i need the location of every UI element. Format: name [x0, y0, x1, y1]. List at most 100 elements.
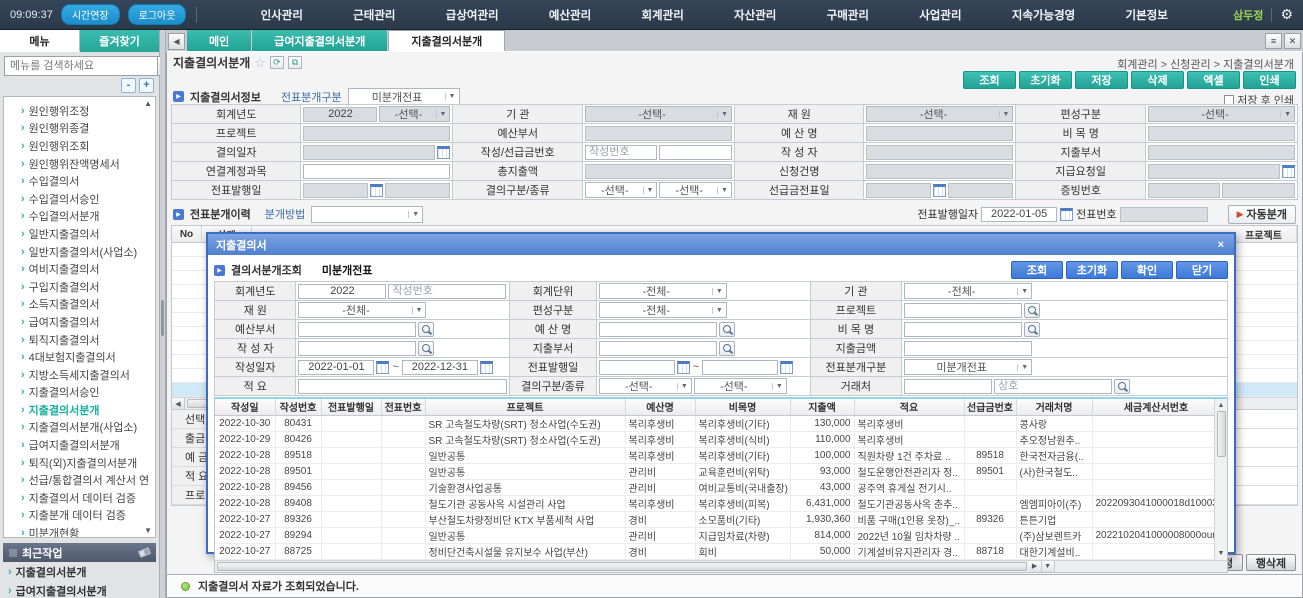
table-row[interactable]: 2022-10-2889518일반공통복리후생비복리후생비(기타)100,000… [215, 447, 1214, 463]
select[interactable]: -선택-▼ [599, 378, 692, 394]
sidebar-item[interactable]: ›수입결의서분개 [4, 208, 155, 226]
calendar-icon[interactable] [780, 361, 793, 374]
toolbar-button[interactable]: 초기화 [1019, 71, 1072, 89]
collapse-all-button[interactable]: - [121, 78, 136, 93]
text-input[interactable] [298, 341, 416, 356]
modal-titlebar[interactable]: 지출결의서 × [208, 234, 1234, 255]
text-input[interactable] [585, 164, 732, 179]
select[interactable]: -전체-▼ [599, 283, 727, 299]
sidebar-item[interactable]: ›선급/통합결의서 계산서 연 [4, 471, 155, 489]
table-row[interactable]: 2022-10-2980426SR 고속철도차량(SRT) 청소사업(수도권)복… [215, 431, 1214, 447]
table-row[interactable]: 2022-10-2789326부산철도차량정비단 KTX 부품세척 사업경비소모… [215, 511, 1214, 527]
scroll-down-icon[interactable]: ▼ [1218, 548, 1225, 560]
grid-column-header[interactable]: 적요 [854, 399, 964, 415]
calendar-icon[interactable] [370, 184, 383, 197]
toolbar-button[interactable]: 엑셀 [1187, 71, 1240, 89]
tab-list-icon[interactable]: ≡ [1265, 33, 1282, 49]
topbar-menu-item[interactable]: 인사관리 [261, 7, 303, 23]
recent-work-item[interactable]: ›지출결의서분개 [0, 562, 159, 581]
search-icon[interactable] [418, 341, 434, 356]
sidebar-item[interactable]: ›원인행위잔액명세서 [4, 155, 155, 173]
text-input[interactable] [303, 164, 450, 179]
table-row[interactable]: 2022-10-2788725정비단건축시설물 유지보수 사업(부산)경비회비5… [215, 543, 1214, 559]
sidebar-item[interactable]: ›지출결의서분개(사업소) [4, 419, 155, 437]
popup-icon[interactable]: ⧉ [288, 56, 302, 69]
text-input[interactable] [1148, 164, 1280, 179]
text-input[interactable] [298, 284, 386, 299]
sidebar-item[interactable]: ›지출결의서 데이터 검증 [4, 489, 155, 507]
toolbar-button[interactable]: 조회 [963, 71, 1016, 89]
sidebar-item[interactable]: ›수입결의서승인 [4, 190, 155, 208]
grid-column-header[interactable]: 거래처명 [1016, 399, 1092, 415]
text-input[interactable] [866, 164, 1013, 179]
sidebar-item[interactable]: ›퇴직지출결의서 [4, 331, 155, 349]
voucher-no-input[interactable] [1120, 207, 1208, 222]
document-tab[interactable]: 급여지출결의서분개 [252, 30, 387, 51]
scroll-left-icon[interactable]: ◀ [172, 398, 185, 409]
toolbar-button[interactable]: 삭제 [1131, 71, 1184, 89]
text-input[interactable] [599, 341, 717, 356]
recent-work-item[interactable]: ›급여지출결의서분개 [0, 581, 159, 598]
select[interactable]: -선택-▼ [1148, 106, 1295, 122]
topbar-menu-item[interactable]: 근태관리 [353, 7, 395, 23]
calendar-icon[interactable] [437, 146, 450, 159]
document-tab[interactable]: 지출결의서분개 [388, 30, 505, 51]
close-icon[interactable]: × [1216, 239, 1226, 251]
grid-column-header[interactable]: 비목명 [695, 399, 790, 415]
modal-toolbar-button[interactable]: 조회 [1011, 261, 1063, 279]
auto-journalize-button[interactable]: ▶ 자동분개 [1228, 205, 1296, 224]
sidebar-item[interactable]: ›지방소득세지출결의서 [4, 366, 155, 384]
table-row[interactable]: 2022-10-2889456기술환경사업공통관리비여비교통비(국내출장)43,… [215, 479, 1214, 495]
sidebar-item[interactable]: ›일반지출결의서 [4, 225, 155, 243]
text-input[interactable] [303, 126, 450, 141]
select[interactable]: -전체-▼ [904, 283, 1032, 299]
text-input[interactable] [402, 360, 478, 375]
issue-date-input[interactable] [981, 207, 1057, 222]
search-icon[interactable] [1024, 303, 1040, 318]
text-input[interactable] [948, 183, 1013, 198]
sidebar-item[interactable]: ›지출결의서분개 [4, 401, 155, 419]
expand-all-button[interactable]: + [139, 78, 154, 93]
horizontal-scrollbar[interactable]: ▶ ▼ [215, 560, 1227, 572]
journal-method-select[interactable]: ▼ [311, 206, 423, 223]
select[interactable]: -선택-▼ [694, 378, 787, 394]
text-input[interactable] [866, 183, 931, 198]
text-input[interactable] [904, 303, 1022, 318]
select[interactable]: -전체-▼ [298, 302, 426, 318]
scrollbar-thumb[interactable] [217, 562, 1027, 571]
row-edit-button[interactable]: 행삭제 [1246, 554, 1296, 571]
topbar-menu-item[interactable]: 구매관리 [827, 7, 869, 23]
sidebar-item[interactable]: ›미분개현황 [4, 524, 155, 538]
text-input[interactable] [866, 145, 1013, 160]
table-row[interactable]: 2022-10-3080431SR 고속철도차량(SRT) 청소사업(수도권)복… [215, 415, 1214, 431]
grid-column-header[interactable]: 지출액 [790, 399, 854, 415]
search-icon[interactable] [418, 322, 434, 337]
sidebar-item[interactable]: ›지출분개 데이터 검증 [4, 507, 155, 525]
scroll-down-icon[interactable]: ▼ [144, 526, 152, 535]
text-input[interactable] [298, 360, 374, 375]
scrollbar-thumb[interactable] [1217, 411, 1226, 457]
grid-column-header[interactable]: 작성일 [215, 399, 275, 415]
select[interactable]: 미분개전표▼ [904, 359, 1032, 375]
text-input[interactable] [385, 183, 450, 198]
text-input[interactable] [599, 322, 717, 337]
text-input[interactable] [702, 360, 778, 375]
text-input[interactable] [303, 183, 368, 198]
sidebar-item[interactable]: ›원인행위조회 [4, 137, 155, 155]
vertical-scrollbar[interactable]: ▲ ▼ [1214, 399, 1227, 560]
sidebar-item[interactable]: ›일반지출결의서(사업소) [4, 243, 155, 261]
search-icon[interactable] [1024, 322, 1040, 337]
scroll-right-icon[interactable]: ▶ [1029, 561, 1042, 572]
scroll-down-icon[interactable]: ▼ [1042, 561, 1055, 572]
gear-icon[interactable]: ⚙ [1280, 6, 1293, 23]
calendar-icon[interactable] [376, 361, 389, 374]
calendar-icon[interactable] [1282, 165, 1295, 178]
text-input[interactable] [303, 145, 435, 160]
sidebar-item[interactable]: ›원인행위종결 [4, 120, 155, 138]
topbar-menu-item[interactable]: 예산관리 [549, 7, 591, 23]
voucher-type-select[interactable]: 미분개전표▼ [348, 88, 460, 105]
select[interactable]: -선택-▼ [866, 106, 1013, 122]
table-row[interactable]: 2022-10-2789294일반공통관리비지급임차료(차량)814,00020… [215, 527, 1214, 543]
text-input[interactable] [303, 107, 377, 122]
extend-time-button[interactable]: 시간연장 [61, 4, 120, 25]
